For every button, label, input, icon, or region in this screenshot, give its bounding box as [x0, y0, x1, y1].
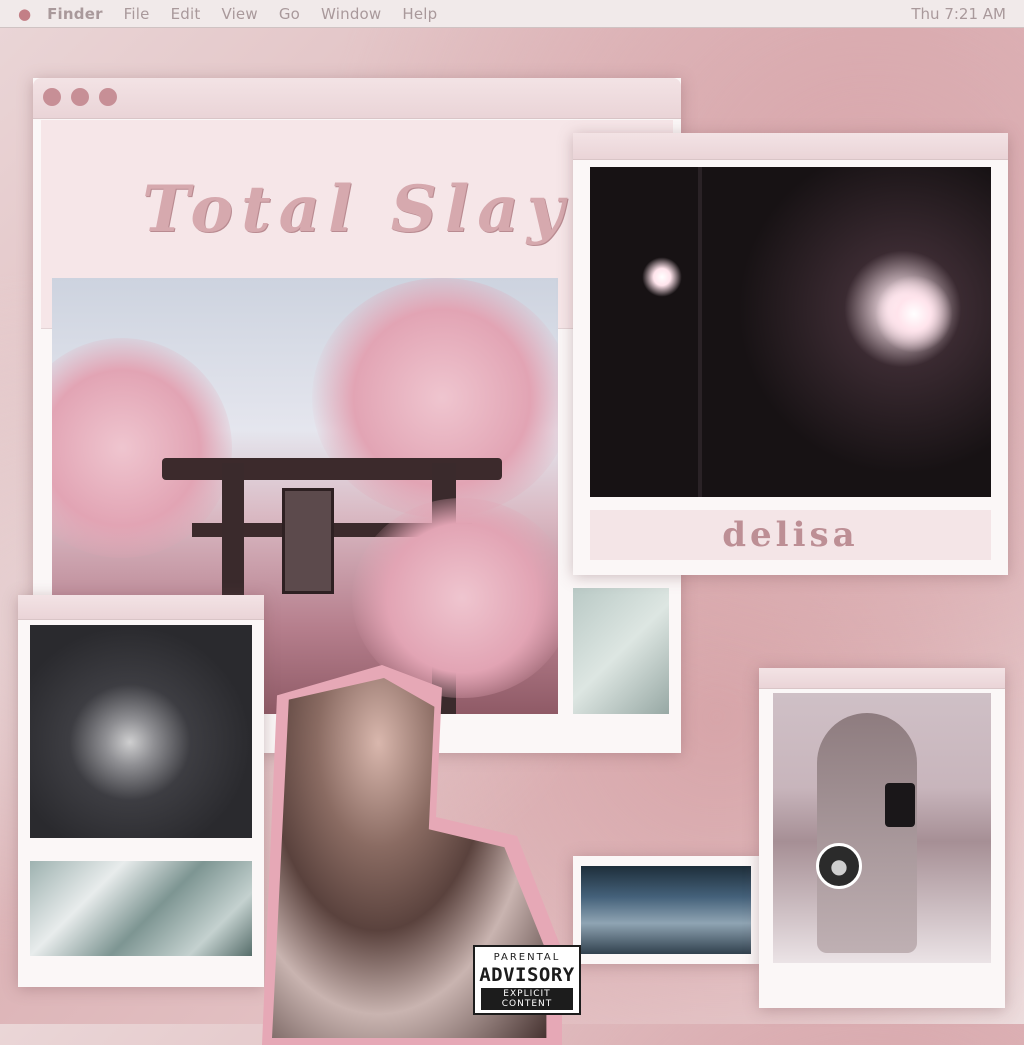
- zoom-button[interactable]: [99, 88, 117, 106]
- left-window-titlebar[interactable]: [18, 595, 264, 620]
- photo-window-titlebar[interactable]: [573, 133, 1008, 160]
- minimize-button[interactable]: [71, 88, 89, 106]
- river-rocks-photo: [581, 866, 751, 954]
- phone-selfie-photo: ●: [773, 693, 991, 963]
- cat-face-icon: ●: [816, 843, 862, 889]
- menu-window[interactable]: Window: [321, 5, 381, 23]
- water-photo: [30, 861, 252, 956]
- artist-name: delisa: [590, 510, 991, 560]
- kittens-photo: [30, 625, 252, 838]
- advisory-line1: PARENTAL: [493, 952, 561, 963]
- close-button[interactable]: [43, 88, 61, 106]
- camera-flash-reflection: [642, 257, 682, 297]
- advisory-line3: EXPLICIT CONTENT: [481, 988, 573, 1010]
- forest-strip-photo: [573, 588, 669, 714]
- menu-help[interactable]: Help: [402, 5, 437, 23]
- camera-flash: [875, 275, 953, 353]
- left-photo-window: [18, 595, 264, 987]
- menubar-clock[interactable]: Thu 7:21 AM: [911, 5, 1006, 23]
- mirror-edge: [698, 167, 702, 497]
- phone-icon: [885, 783, 915, 827]
- apple-icon[interactable]: ●: [18, 5, 31, 23]
- hair-shape: [817, 713, 917, 953]
- menu-go[interactable]: Go: [279, 5, 300, 23]
- photo-window: delisa: [573, 133, 1008, 575]
- advisory-line2: ADVISORY: [475, 964, 579, 986]
- menu-edit[interactable]: Edit: [171, 5, 201, 23]
- river-photo-window: [573, 856, 759, 964]
- menu-view[interactable]: View: [221, 5, 257, 23]
- menu-bar: ● Finder File Edit View Go Window Help T…: [0, 0, 1024, 28]
- parental-advisory-label: PARENTAL ADVISORY EXPLICIT CONTENT: [473, 945, 581, 1015]
- mirror-selfie-photo: [590, 167, 991, 497]
- main-window-titlebar[interactable]: [33, 78, 681, 119]
- menu-finder[interactable]: Finder: [47, 5, 103, 23]
- torii-plaque: [282, 488, 334, 594]
- right-photo-window: ●: [759, 668, 1005, 1008]
- menu-file[interactable]: File: [124, 5, 150, 23]
- right-window-titlebar[interactable]: [759, 668, 1005, 689]
